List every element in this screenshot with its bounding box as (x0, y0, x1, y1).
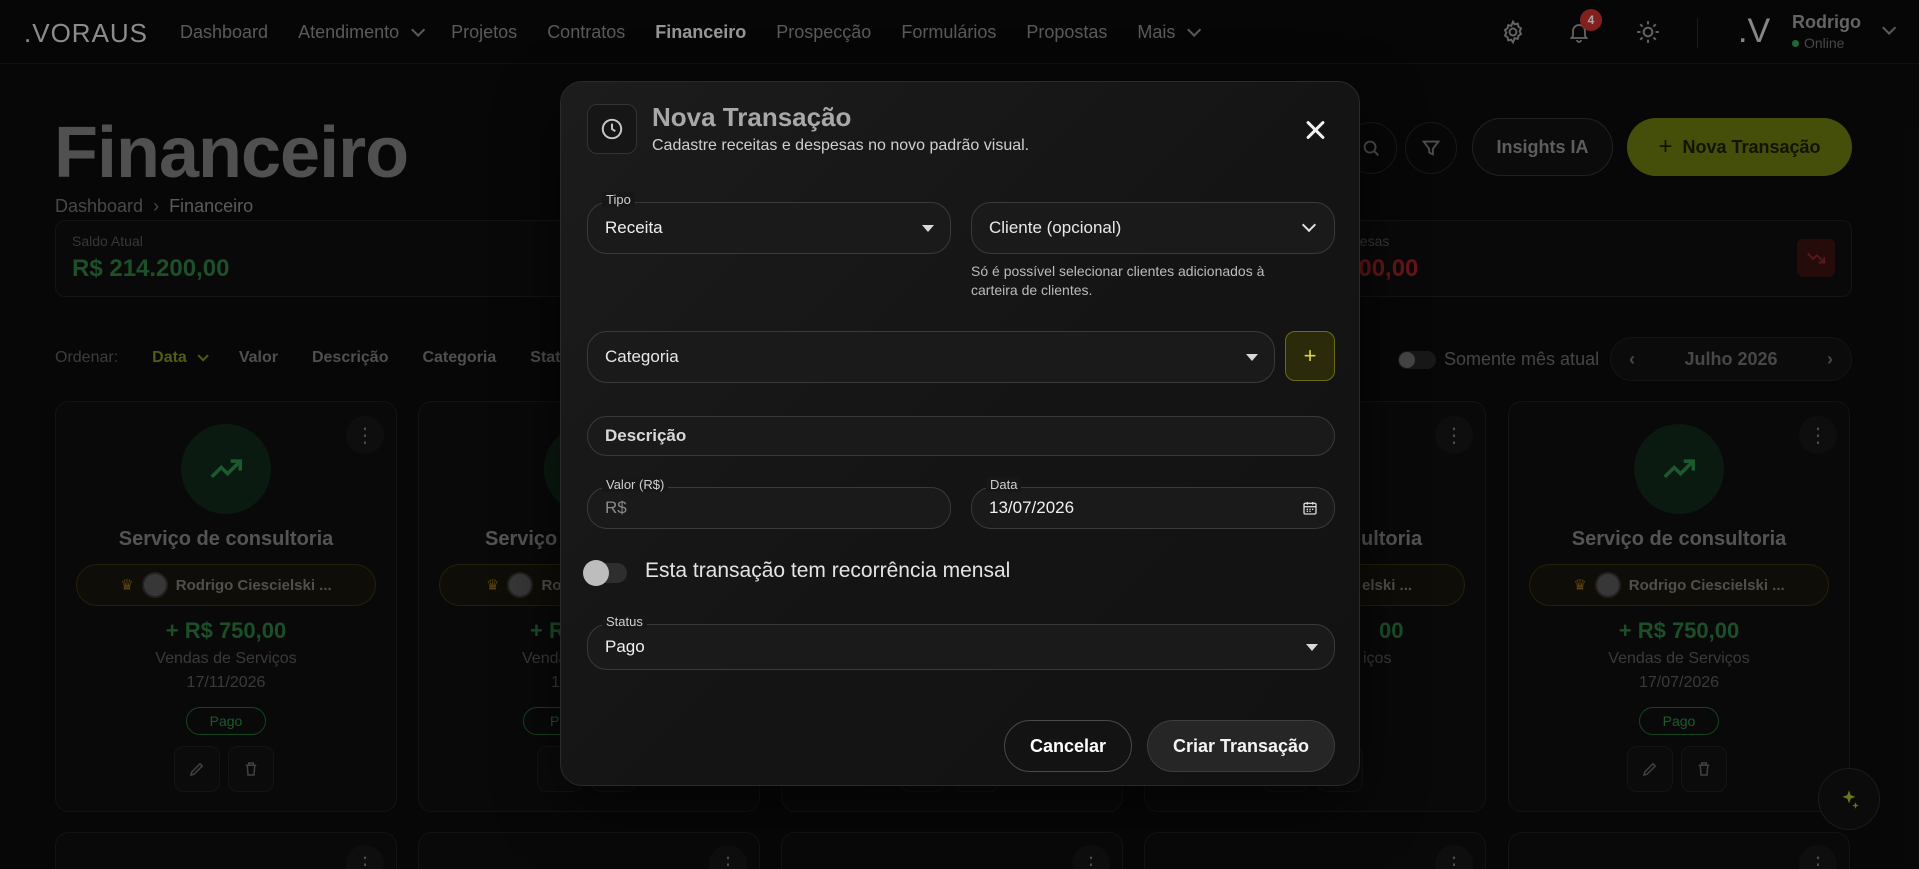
create-transaction-button[interactable]: Criar Transação (1147, 720, 1335, 772)
modal-subtitle: Cadastre receitas e despesas no novo pad… (652, 137, 1030, 154)
data-value: 13/07/2026 (989, 498, 1075, 517)
new-transaction-modal: Nova Transação Cadastre receitas e despe… (560, 81, 1360, 786)
categoria-placeholder: Categoria (605, 347, 679, 366)
app-root: .VORAUS Dashboard Atendimento Projetos C… (0, 0, 1919, 869)
caret-down-icon (1246, 354, 1258, 361)
caret-down-icon (1306, 644, 1318, 651)
valor-input[interactable]: Valor (R$) R$ (587, 477, 951, 529)
close-icon[interactable] (1301, 116, 1329, 144)
cancel-button[interactable]: Cancelar (1004, 720, 1132, 772)
caret-down-icon (922, 225, 934, 232)
recurrence-label: Esta transação tem recorrência mensal (645, 559, 1011, 582)
chevron-down-icon (1301, 217, 1317, 233)
valor-placeholder: R$ (605, 498, 627, 517)
status-label: Status (602, 614, 647, 629)
categoria-select[interactable]: Categoria (587, 331, 1275, 383)
plus-icon: + (1303, 343, 1317, 368)
add-category-button[interactable]: + (1285, 331, 1335, 381)
cliente-hint: Só é possível selecionar clientes adicio… (971, 263, 1265, 298)
tipo-select[interactable]: Tipo Receita (587, 192, 951, 254)
cliente-placeholder: Cliente (opcional) (989, 218, 1122, 237)
data-input[interactable]: Data 13/07/2026 (971, 477, 1335, 529)
tipo-value: Receita (605, 218, 663, 237)
cliente-select[interactable]: Cliente (opcional) (971, 202, 1335, 254)
clock-icon (587, 104, 637, 154)
status-select[interactable]: Status Pago (587, 614, 1335, 670)
recurrence-toggle[interactable] (583, 560, 627, 586)
tipo-label: Tipo (602, 192, 635, 207)
modal-title: Nova Transação (652, 102, 852, 132)
calendar-icon[interactable] (1302, 500, 1318, 521)
descricao-placeholder: Descrição (605, 426, 687, 445)
data-label: Data (986, 477, 1022, 492)
descricao-input[interactable]: Descrição (587, 416, 1335, 456)
valor-label: Valor (R$) (602, 477, 669, 492)
status-value: Pago (605, 637, 645, 656)
